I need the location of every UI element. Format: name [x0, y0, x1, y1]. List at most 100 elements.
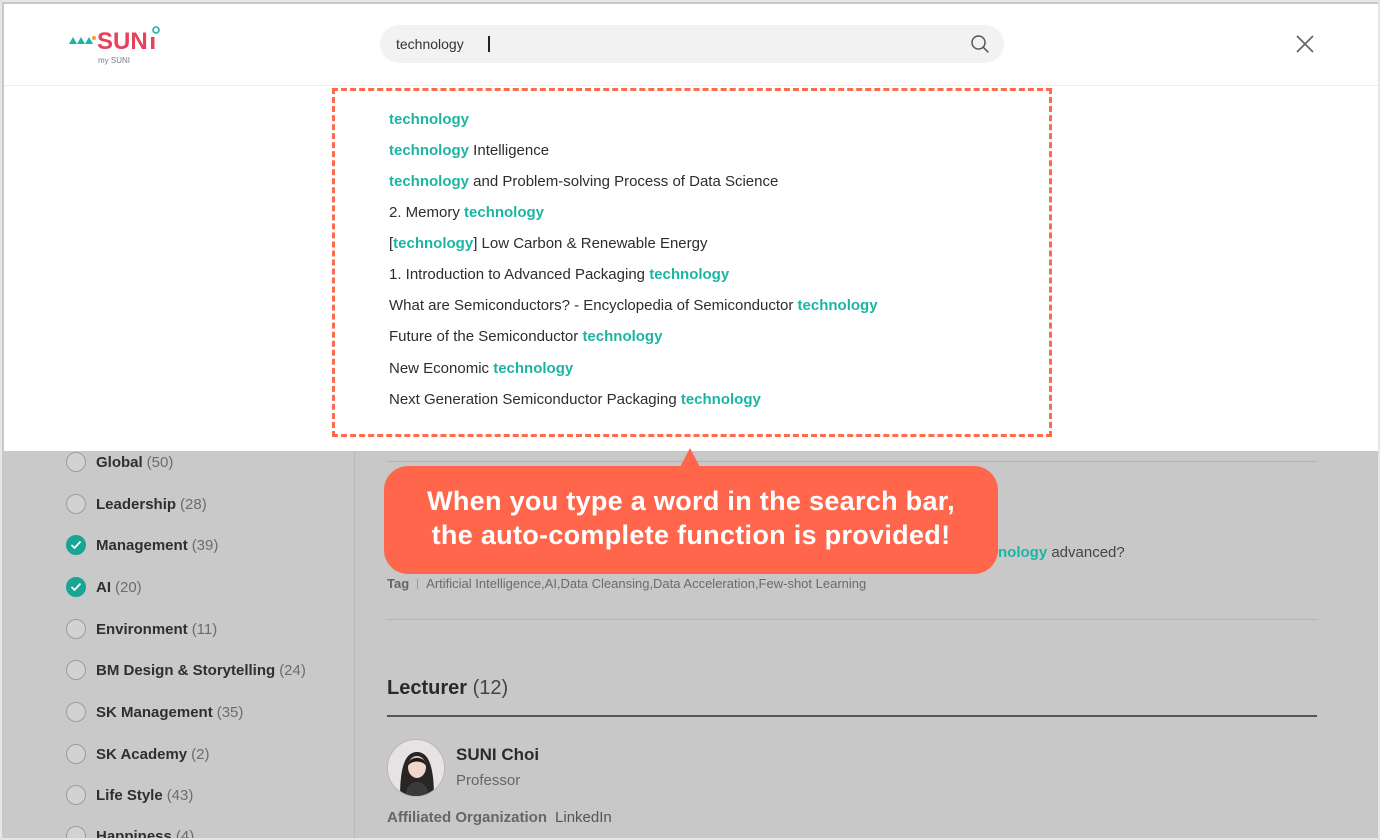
suggestion-match: technology: [389, 111, 470, 128]
checkbox-icon[interactable]: [66, 826, 86, 838]
autocomplete-suggestion[interactable]: Future of the Semiconductor technology: [389, 328, 662, 345]
suggestion-match: technology: [649, 266, 730, 283]
suggestion-suffix: ] Low Carbon & Renewable Energy: [473, 235, 708, 252]
autocomplete-dropdown: technology technology Intelligence technol…: [332, 88, 1052, 437]
suggestion-match: technology: [493, 360, 574, 377]
suggestion-prefix: Future of the Semiconductor: [389, 328, 583, 345]
autocomplete-suggestion[interactable]: 2. Memory technology: [389, 204, 544, 221]
checkbox-icon[interactable]: [66, 702, 86, 722]
category-count: (20): [115, 578, 142, 596]
category-name: Environment: [96, 620, 188, 638]
category-count: (24): [279, 661, 306, 679]
suggestion-match: technology: [797, 297, 878, 314]
checkbox-icon[interactable]: [66, 785, 86, 805]
lecturer-section-title: Lecturer (12): [387, 677, 508, 700]
header: SUN my SUNI: [4, 4, 1378, 86]
category-filter-item[interactable]: Life Style (43): [66, 783, 193, 807]
result-title-partial[interactable]: nology advanced?: [998, 544, 1125, 561]
callout-pointer: [680, 448, 700, 467]
lecturer-count: (12): [472, 677, 509, 699]
affiliation-value: LinkedIn: [555, 809, 612, 826]
suni-logo-icon: SUN my SUNI: [69, 26, 160, 65]
category-count: (28): [180, 495, 207, 513]
avatar[interactable]: [387, 739, 445, 797]
category-filter-item[interactable]: Global (50): [66, 450, 173, 474]
category-name: Global: [96, 453, 143, 471]
tag-separator: [417, 578, 419, 589]
suggestion-match: technology: [464, 204, 545, 221]
category-count: (2): [191, 745, 210, 763]
suggestion-match: technology: [582, 328, 663, 345]
checked-checkbox-icon[interactable]: [66, 577, 86, 597]
category-count: (43): [166, 786, 194, 804]
suggestion-suffix: Intelligence: [469, 142, 550, 159]
tag-label: Tag: [387, 576, 410, 591]
category-name: Life Style: [96, 786, 163, 804]
lecturer-divider: [387, 715, 1317, 717]
affiliation-label: Affiliated Organization: [387, 809, 548, 826]
tag-list: Artificial Intelligence,AI,Data Cleansin…: [426, 576, 867, 591]
divider: [387, 461, 1317, 462]
autocomplete-suggestion[interactable]: 1. Introduction to Advanced Packaging te…: [389, 266, 729, 283]
category-name: Happiness: [96, 827, 172, 840]
autocomplete-callout: When you type a word in the search bar, …: [384, 466, 998, 574]
autocomplete-suggestion[interactable]: What are Semiconductors? - Encyclopedia …: [389, 297, 878, 314]
checkbox-icon[interactable]: [66, 452, 86, 472]
suggestion-match: technology: [393, 235, 474, 252]
category-name: Management: [96, 536, 188, 554]
callout-line-1: When you type a word in the search bar,: [427, 486, 955, 516]
suni-logo[interactable]: SUN my SUNI: [66, 24, 166, 68]
checkbox-icon[interactable]: [66, 619, 86, 639]
category-filter-item[interactable]: AI (20): [66, 575, 142, 599]
category-name: BM Design & Storytelling: [96, 661, 276, 679]
lecturer-role: Professor: [456, 772, 521, 789]
autocomplete-suggestion[interactable]: technology Intelligence: [389, 142, 549, 159]
category-name: SK Academy: [96, 745, 188, 763]
result-title-highlight: nology: [998, 544, 1048, 561]
category-count: (50): [146, 453, 174, 471]
category-filter-item[interactable]: Environment (11): [66, 617, 217, 641]
lecturer-affiliation: Affiliated Organization LinkedIn: [387, 809, 612, 826]
suggestion-prefix: New Economic: [389, 360, 494, 377]
checked-checkbox-icon[interactable]: [66, 535, 86, 555]
checkbox-icon[interactable]: [66, 660, 86, 680]
result-title-rest: advanced?: [1047, 544, 1125, 561]
suggestion-suffix: and Problem-solving Process of Data Scie…: [469, 173, 779, 190]
autocomplete-suggestion[interactable]: Next Generation Semiconductor Packaging …: [389, 391, 761, 408]
lecturer-name[interactable]: SUNI Choi: [456, 745, 539, 765]
search-input[interactable]: [396, 36, 487, 52]
text-caret: [488, 36, 490, 52]
category-filter-item[interactable]: Leadership (28): [66, 492, 207, 516]
autocomplete-suggestion[interactable]: technology: [389, 111, 469, 128]
checkbox-icon[interactable]: [66, 494, 86, 514]
category-filter-item[interactable]: Management (39): [66, 533, 218, 557]
checkbox-icon[interactable]: [66, 744, 86, 764]
svg-text:SUN: SUN: [97, 28, 148, 55]
suggestion-match: technology: [389, 142, 470, 159]
search-overlay: SUN my SUNI technology technology techno…: [4, 4, 1378, 451]
category-filter-item[interactable]: Happiness (4): [66, 824, 195, 840]
search-icon[interactable]: [970, 34, 990, 54]
autocomplete-suggestion[interactable]: technology and Problem-solving Process o…: [389, 173, 778, 190]
suggestion-match: technology: [680, 391, 761, 408]
category-count: (4): [175, 827, 195, 840]
close-icon[interactable]: [1294, 33, 1316, 55]
callout-line-2: the auto-complete function is provided!: [431, 520, 951, 550]
category-name: Leadership: [96, 495, 177, 513]
category-count: (39): [191, 536, 219, 554]
suggestion-prefix: Next Generation Semiconductor Packaging: [389, 391, 681, 408]
svg-text:my SUNI: my SUNI: [98, 56, 130, 65]
category-filter-item[interactable]: BM Design & Storytelling (24): [66, 658, 306, 682]
app-frame: Global (50) Leadership (28) Management (39) AI…: [0, 0, 1380, 840]
suggestion-prefix: 1. Introduction to Advanced Packaging: [389, 266, 650, 283]
autocomplete-suggestion[interactable]: [technology] Low Carbon & Renewable Ener…: [389, 235, 708, 252]
category-filter-item[interactable]: SK Academy (2): [66, 742, 210, 766]
avatar-illustration: [388, 740, 444, 796]
divider: [387, 619, 1317, 620]
category-filter-item[interactable]: SK Management (35): [66, 700, 243, 724]
category-name: AI: [96, 578, 111, 596]
result-tags: Tag Artificial Intelligence,AI,Data Clea…: [387, 576, 866, 591]
suggestion-prefix: What are Semiconductors? - Encyclopedia …: [389, 297, 798, 314]
search-bar[interactable]: [380, 25, 1004, 63]
autocomplete-suggestion[interactable]: New Economic technology: [389, 360, 573, 377]
